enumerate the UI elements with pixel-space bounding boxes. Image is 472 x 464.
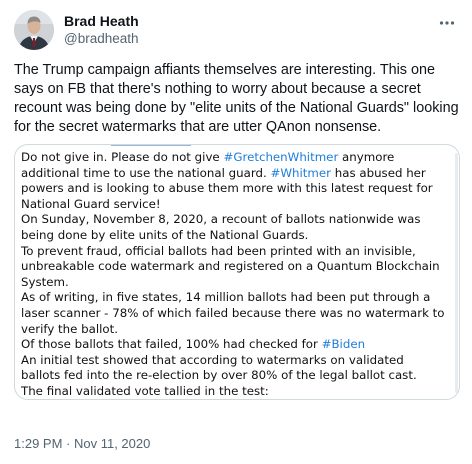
screenshot-text-segment: Of those ballots that failed, 100% had c… bbox=[21, 337, 322, 352]
screenshot-text-segment: unbreakable code watermark and registere… bbox=[21, 259, 440, 274]
screenshot-text-segment: On Sunday, November 8, 2020, a recount o… bbox=[21, 212, 421, 227]
screenshot-line: On Sunday, November 8, 2020, a recount o… bbox=[21, 212, 449, 228]
author-display-name[interactable]: Brad Heath bbox=[64, 12, 139, 30]
author-handle[interactable]: @bradheath bbox=[64, 30, 139, 48]
author-block: Brad Heath @bradheath bbox=[64, 12, 139, 48]
screenshot-text-segment: additional time to use the national guar… bbox=[21, 165, 271, 180]
screenshot-text-segment: System. bbox=[21, 274, 69, 289]
screenshot-line: verify the ballot. bbox=[21, 322, 449, 338]
screenshot-text-segment: National Guard service! bbox=[21, 196, 161, 211]
screenshot-line: To prevent fraud, official ballots had b… bbox=[21, 244, 449, 260]
screenshot-image: Do not give in. Please do not give #Gret… bbox=[15, 145, 459, 399]
screenshot-line: powers and is looking to abuse them more… bbox=[21, 181, 449, 197]
screenshot-line: National Guard service! bbox=[21, 197, 449, 213]
tweet-text: The Trump campaign affiants themselves a… bbox=[14, 62, 459, 135]
screenshot-text-segment: powers and is looking to abuse them more… bbox=[21, 181, 433, 196]
screenshot-text-segment: verify the ballot. bbox=[21, 321, 119, 336]
screenshot-line: ballots fed into the re-election by over… bbox=[21, 368, 449, 384]
screenshot-text-segment: being done by elite units of the Nationa… bbox=[21, 227, 309, 242]
screenshot-line: unbreakable code watermark and registere… bbox=[21, 259, 449, 275]
tweet: Brad Heath @bradheath The Trump campaign… bbox=[0, 0, 472, 464]
screenshot-line: Of those ballots that failed, 100% had c… bbox=[21, 337, 449, 353]
more-horizontal-icon bbox=[439, 21, 455, 25]
screenshot-text: Do not give in. Please do not give #Gret… bbox=[21, 150, 449, 399]
screenshot-text-segment: To prevent fraud, official ballots had b… bbox=[21, 243, 416, 258]
screenshot-line: As of writing, in five states, 14 millio… bbox=[21, 290, 449, 306]
screenshot-line: being done by elite units of the Nationa… bbox=[21, 228, 449, 244]
screenshot-line: additional time to use the national guar… bbox=[21, 166, 449, 182]
screenshot-line: An initial test showed that according to… bbox=[21, 353, 449, 369]
screenshot-text-segment: An initial test showed that according to… bbox=[21, 352, 404, 367]
tweet-media-image[interactable]: Do not give in. Please do not give #Gret… bbox=[14, 144, 460, 400]
screenshot-scrollbar bbox=[455, 153, 458, 393]
hashtag-link: #Whitmer bbox=[270, 165, 331, 180]
more-options-button[interactable] bbox=[436, 12, 458, 34]
profile-photo-icon bbox=[14, 10, 54, 50]
screenshot-line: System. bbox=[21, 275, 449, 291]
screenshot-text-segment: The final validated vote tallied in the … bbox=[21, 383, 269, 398]
screenshot-text-segment: has abused her bbox=[331, 165, 426, 180]
screenshot-text-segment: ballots fed into the re-election by over… bbox=[21, 368, 417, 383]
screenshot-line: Do not give in. Please do not give #Gret… bbox=[21, 150, 449, 166]
hashtag-link: #Biden bbox=[321, 337, 366, 352]
screenshot-line: The final validated vote tallied in the … bbox=[21, 383, 449, 399]
screenshot-text-segment: laser scanner - 78% of which failed beca… bbox=[21, 305, 445, 320]
screenshot-line: laser scanner - 78% of which failed beca… bbox=[21, 306, 449, 322]
screenshot-text-segment: Do not give in. Please do not give bbox=[21, 150, 224, 164]
screenshot-text-segment: As of writing, in five states, 14 millio… bbox=[21, 290, 431, 305]
tweet-timestamp[interactable]: 1:29 PM · Nov 11, 2020 bbox=[14, 436, 150, 451]
screenshot-text-segment: anymore bbox=[338, 150, 395, 164]
avatar[interactable] bbox=[14, 10, 54, 50]
hashtag-link: #GretchenWhitmer bbox=[223, 150, 339, 164]
